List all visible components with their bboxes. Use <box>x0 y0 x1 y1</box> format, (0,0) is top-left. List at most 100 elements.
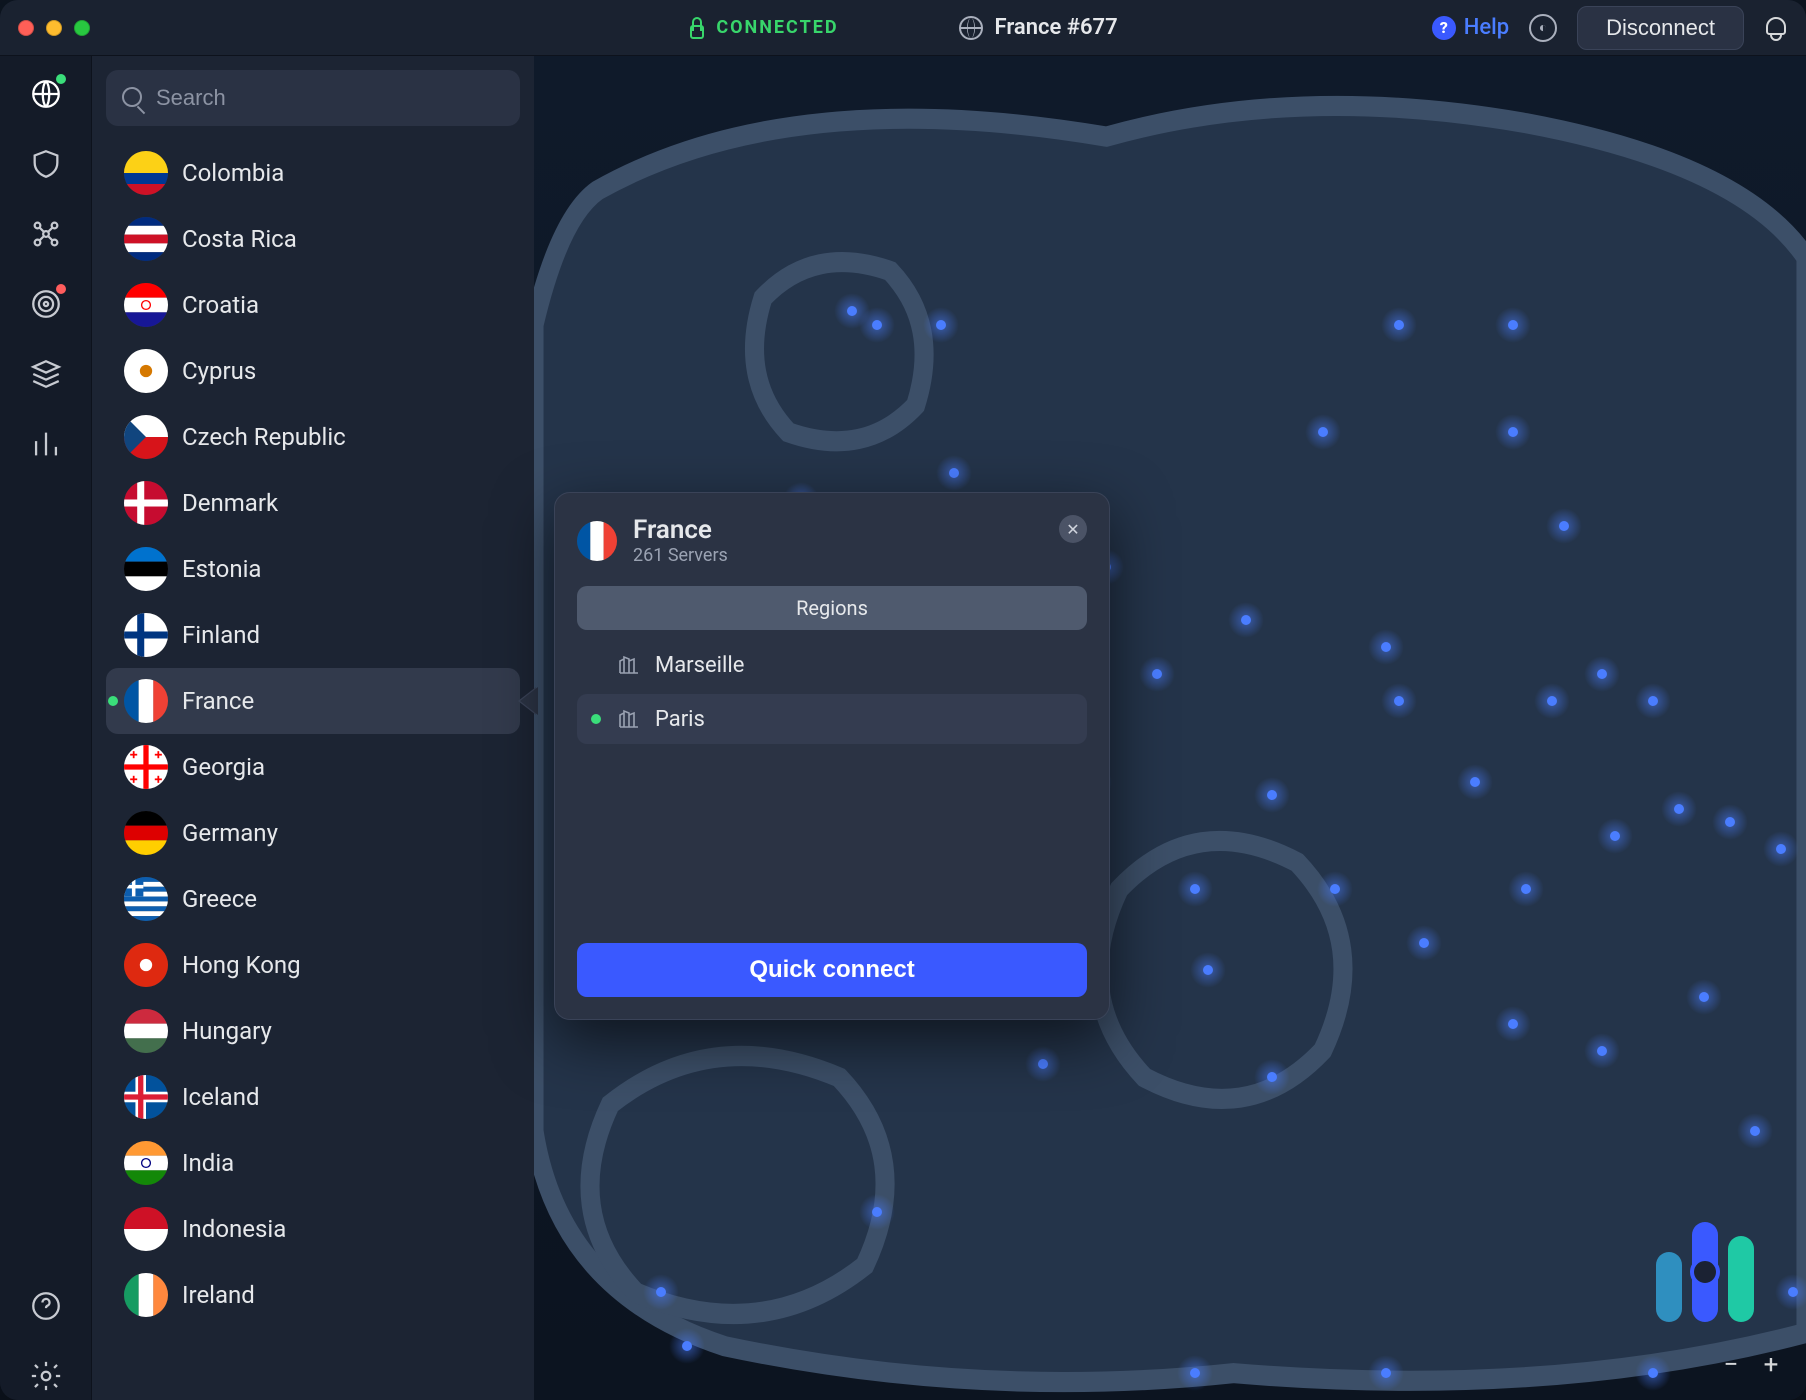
server-dot[interactable] <box>1406 925 1442 961</box>
country-item[interactable]: Finland <box>106 602 520 668</box>
server-dot[interactable] <box>1368 1355 1404 1391</box>
flag-icon <box>124 943 168 987</box>
server-dot[interactable] <box>1228 602 1264 638</box>
server-dot[interactable] <box>936 455 972 491</box>
server-dot[interactable] <box>1457 764 1493 800</box>
rail-stats[interactable] <box>22 420 70 468</box>
flag-icon <box>124 217 168 261</box>
server-dot[interactable] <box>1495 307 1531 343</box>
server-dot[interactable] <box>1584 656 1620 692</box>
country-item[interactable]: Croatia <box>106 272 520 338</box>
country-list[interactable]: Colombia Costa Rica Croatia Cyprus Czech… <box>92 140 534 1400</box>
server-dot[interactable] <box>1508 871 1544 907</box>
flag-icon <box>124 745 168 789</box>
bars-icon <box>29 427 63 461</box>
server-dot[interactable] <box>669 1328 705 1364</box>
country-item[interactable]: Czech Republic <box>106 404 520 470</box>
country-item[interactable]: India <box>106 1130 520 1196</box>
regions-tab[interactable]: Regions <box>577 586 1087 630</box>
region-item[interactable]: Paris <box>577 694 1087 744</box>
country-label: Hong Kong <box>182 951 301 979</box>
flag-icon <box>124 613 168 657</box>
server-dot[interactable] <box>1661 791 1697 827</box>
server-dot[interactable] <box>1177 1355 1213 1391</box>
notifications-icon[interactable] <box>1764 15 1788 41</box>
server-dot[interactable] <box>643 1274 679 1310</box>
help-link[interactable]: ? Help <box>1432 15 1509 40</box>
server-dot[interactable] <box>1712 804 1748 840</box>
current-server[interactable]: France #677 <box>959 15 1118 40</box>
server-dot[interactable] <box>1495 1006 1531 1042</box>
shield-icon <box>29 147 63 181</box>
disconnect-button[interactable]: Disconnect <box>1577 6 1744 50</box>
quick-connect-button[interactable]: Quick connect <box>577 943 1087 997</box>
country-label: Germany <box>182 819 278 847</box>
country-item[interactable]: Estonia <box>106 536 520 602</box>
flag-icon <box>124 1009 168 1053</box>
flag-icon <box>124 1207 168 1251</box>
dark-web-monitor-icon[interactable]: ◐ <box>1529 14 1557 42</box>
server-dot[interactable] <box>1381 683 1417 719</box>
rail-meshnet[interactable] <box>22 210 70 258</box>
zoom-out-button[interactable]: − <box>1720 1354 1742 1376</box>
zoom-in-button[interactable]: + <box>1760 1354 1782 1376</box>
rail-radar[interactable] <box>22 280 70 328</box>
country-item[interactable]: Ireland <box>106 1262 520 1328</box>
server-dot[interactable] <box>1254 777 1290 813</box>
server-dot[interactable] <box>1597 818 1633 854</box>
server-dot[interactable] <box>1495 414 1531 450</box>
rail-shield[interactable] <box>22 140 70 188</box>
server-dot[interactable] <box>1775 1274 1806 1310</box>
server-dot[interactable] <box>1305 414 1341 450</box>
server-dot[interactable] <box>1534 683 1570 719</box>
close-icon[interactable]: ✕ <box>1059 515 1087 543</box>
close-window-button[interactable] <box>18 20 34 36</box>
country-item[interactable]: Costa Rica <box>106 206 520 272</box>
country-item[interactable]: France <box>106 668 520 734</box>
country-item[interactable]: Georgia <box>106 734 520 800</box>
server-dot[interactable] <box>1546 508 1582 544</box>
server-dot[interactable] <box>1190 952 1226 988</box>
nav-rail <box>0 56 92 1400</box>
server-dot[interactable] <box>1635 683 1671 719</box>
server-dot[interactable] <box>1635 1355 1671 1391</box>
flag-icon <box>124 1141 168 1185</box>
minimize-window-button[interactable] <box>46 20 62 36</box>
search-input[interactable] <box>156 85 504 111</box>
rail-settings[interactable] <box>22 1352 70 1400</box>
country-item[interactable]: Colombia <box>106 140 520 206</box>
server-dot[interactable] <box>1177 871 1213 907</box>
server-dot[interactable] <box>1254 1059 1290 1095</box>
country-item[interactable]: Denmark <box>106 470 520 536</box>
fullscreen-window-button[interactable] <box>74 20 90 36</box>
rail-presets[interactable] <box>22 350 70 398</box>
country-label: Iceland <box>182 1083 260 1111</box>
search-field[interactable] <box>106 70 520 126</box>
rail-countries[interactable] <box>22 70 70 118</box>
server-dot[interactable] <box>859 1194 895 1230</box>
server-dot[interactable] <box>923 307 959 343</box>
server-dot[interactable] <box>859 307 895 343</box>
server-dot[interactable] <box>1686 979 1722 1015</box>
mesh-icon <box>29 217 63 251</box>
server-dot[interactable] <box>1317 871 1353 907</box>
server-dot[interactable] <box>1368 629 1404 665</box>
country-item[interactable]: Iceland <box>106 1064 520 1130</box>
flag-icon <box>124 679 168 723</box>
country-item[interactable]: Indonesia <box>106 1196 520 1262</box>
server-dot[interactable] <box>1381 307 1417 343</box>
country-item[interactable]: Germany <box>106 800 520 866</box>
country-item[interactable]: Greece <box>106 866 520 932</box>
server-dot[interactable] <box>1139 656 1175 692</box>
flag-icon <box>124 547 168 591</box>
server-dot[interactable] <box>1737 1113 1773 1149</box>
server-dot[interactable] <box>1584 1033 1620 1069</box>
country-item[interactable]: Cyprus <box>106 338 520 404</box>
server-dot[interactable] <box>1763 831 1799 867</box>
country-item[interactable]: Hong Kong <box>106 932 520 998</box>
server-dot[interactable] <box>1025 1046 1061 1082</box>
region-item[interactable]: Marseille <box>577 640 1087 690</box>
country-item[interactable]: Hungary <box>106 998 520 1064</box>
city-icon <box>615 707 641 731</box>
rail-support[interactable] <box>22 1282 70 1330</box>
